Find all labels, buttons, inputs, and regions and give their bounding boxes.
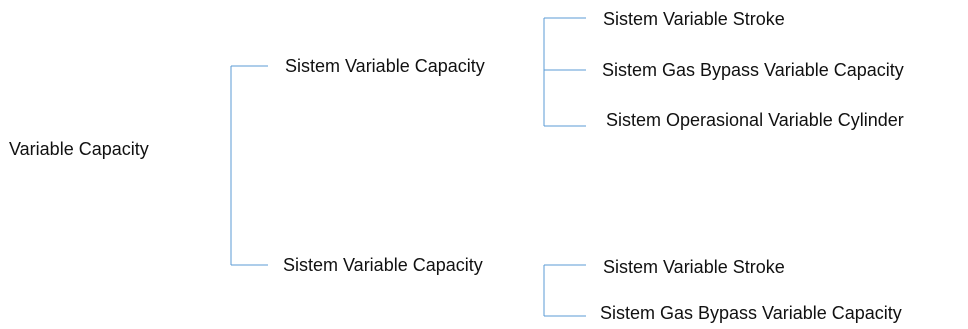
branch-1-label: Sistem Variable Capacity [285, 56, 485, 76]
branch-1-child-3-label: Sistem Operasional Variable Cylinder [606, 110, 904, 130]
branch-2-child-1-label: Sistem Variable Stroke [603, 257, 785, 277]
branch-1-child-1-label: Sistem Variable Stroke [603, 9, 785, 29]
branch-1-child-2-label: Sistem Gas Bypass Variable Capacity [602, 60, 904, 80]
root-node-label: Variable Capacity [9, 139, 149, 159]
connector-lines [230, 17, 586, 317]
branch-2-child-2-label: Sistem Gas Bypass Variable Capacity [600, 303, 902, 323]
tree-diagram: Variable Capacity Sistem Variable Capaci… [0, 0, 968, 329]
branch-2-label: Sistem Variable Capacity [283, 255, 483, 275]
